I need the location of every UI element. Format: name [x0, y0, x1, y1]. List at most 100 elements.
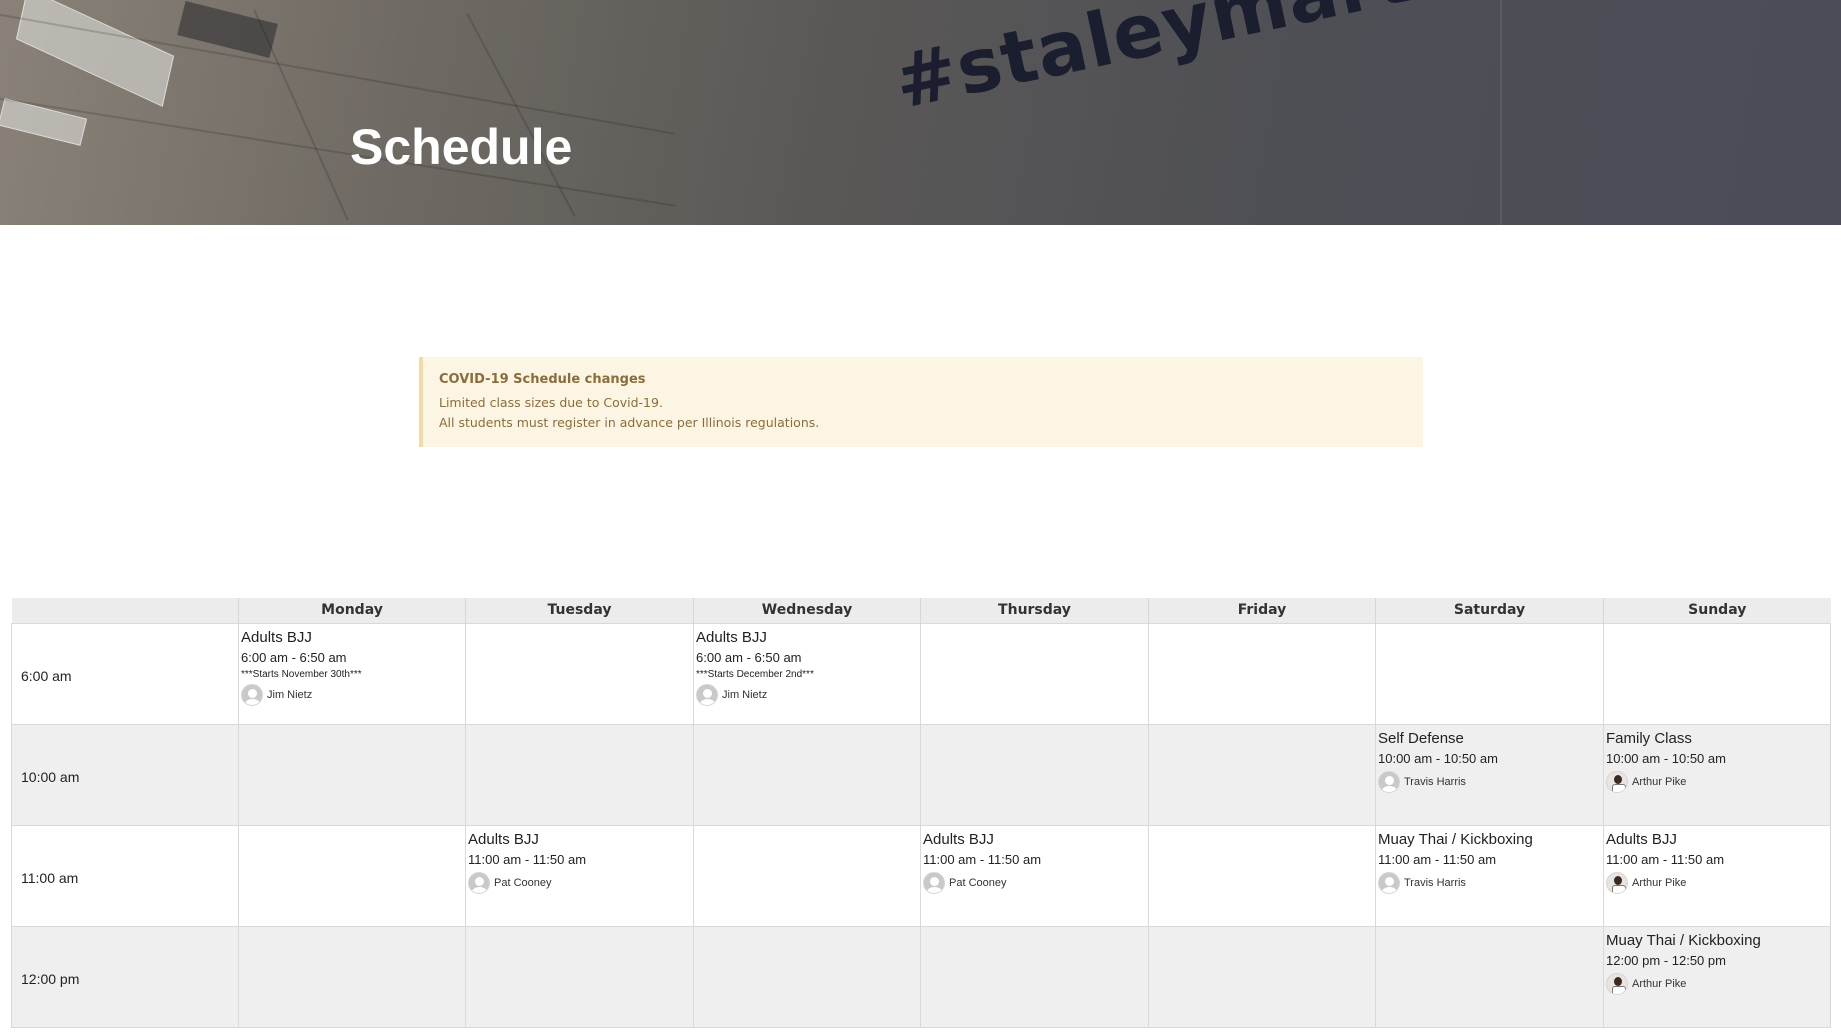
instructor-name[interactable]: Jim Nietz [267, 689, 312, 701]
schedule-cell[interactable]: Adults BJJ 11:00 am - 11:50 am Pat Cooney [920, 824, 1149, 927]
ceiling-grid-line [0, 95, 676, 207]
photo-avatar-icon [1606, 972, 1628, 995]
time-slot-label: 11:00 am [11, 824, 239, 927]
notice-title: COVID-19 Schedule changes [439, 372, 646, 387]
time-slot-label: 12:00 pm [11, 925, 239, 1028]
page-title: Schedule [350, 119, 573, 175]
default-avatar-icon [1378, 770, 1400, 793]
class-name[interactable]: Adults BJJ [923, 830, 1146, 850]
day-header-sunday: Sunday [1603, 598, 1831, 623]
ceiling-light [15, 0, 175, 107]
class-name[interactable]: Muay Thai / Kickboxing [1606, 931, 1828, 951]
schedule-cell [693, 925, 921, 1028]
time-slot-label: 10:00 am [11, 723, 239, 826]
class-name[interactable]: Family Class [1606, 729, 1828, 749]
covid-notice: COVID-19 Schedule changes Limited class … [419, 357, 1423, 447]
schedule-cell [465, 723, 694, 826]
time-slot-label: 6:00 am [11, 622, 239, 725]
instructor-name[interactable]: Jim Nietz [722, 689, 767, 701]
schedule-cell [1603, 622, 1831, 725]
schedule-cell [920, 622, 1149, 725]
default-avatar-icon [241, 683, 263, 706]
schedule-cell[interactable]: Muay Thai / Kickboxing 12:00 pm - 12:50 p… [1603, 925, 1831, 1028]
instructor-name[interactable]: Pat Cooney [494, 877, 551, 889]
class-time: 11:00 am - 11:50 am [1378, 851, 1497, 867]
schedule-header-row: Monday Tuesday Wednesday Thursday Friday… [11, 598, 1831, 623]
hero-hashtag-text: #staleymartialart [887, 0, 1643, 126]
day-header-monday: Monday [238, 598, 466, 623]
schedule-cell [238, 925, 466, 1028]
instructor[interactable]: Arthur Pike [1606, 770, 1828, 793]
day-header-thursday: Thursday [920, 598, 1149, 623]
class-name[interactable]: Adults BJJ [468, 830, 691, 850]
photo-avatar-icon [1606, 871, 1628, 894]
day-header-friday: Friday [1148, 598, 1376, 623]
time-column-header [11, 598, 239, 623]
schedule-cell [1375, 622, 1604, 725]
schedule-cell[interactable]: Self Defense 10:00 am - 10:50 am Travis Ha… [1375, 723, 1604, 826]
default-avatar-icon [923, 871, 945, 894]
instructor[interactable]: Travis Harris [1378, 871, 1601, 894]
hero-banner: #staleymartialart Schedule [0, 0, 1841, 225]
class-note: ***Starts December 2nd*** [696, 668, 814, 680]
schedule-body: 6:00 am Adults BJJ 6:00 am - 6:50 am ***Sta… [11, 622, 1831, 1028]
instructor-name[interactable]: Travis Harris [1404, 776, 1466, 788]
default-avatar-icon [1378, 871, 1400, 894]
schedule-cell [1148, 622, 1376, 725]
class-time: 11:00 am - 11:50 am [1606, 851, 1725, 867]
class-time: 10:00 am - 10:50 am [1378, 750, 1498, 766]
instructor-name[interactable]: Travis Harris [1404, 877, 1466, 889]
schedule-cell [238, 824, 466, 927]
wall-edge-line [1500, 0, 1502, 225]
schedule-row: 11:00 am Adults BJJ 11:00 am - 11:50 am Pat… [11, 824, 1831, 927]
schedule-cell[interactable]: Adults BJJ 11:00 am - 11:50 am Arthur Pike [1603, 824, 1831, 927]
schedule-cell [920, 723, 1149, 826]
schedule-cell [1148, 925, 1376, 1028]
class-name[interactable]: Adults BJJ [696, 628, 918, 648]
instructor[interactable]: Arthur Pike [1606, 871, 1828, 894]
instructor[interactable]: Pat Cooney [468, 871, 691, 894]
instructor[interactable]: Pat Cooney [923, 871, 1146, 894]
class-time: 11:00 am - 11:50 am [923, 851, 1042, 867]
schedule-cell [1375, 925, 1604, 1028]
schedule-row: 12:00 pm Muay Thai / Kickboxing 12:00 pm -… [11, 925, 1831, 1028]
schedule-cell[interactable]: Family Class 10:00 am - 10:50 am Arthur Pi… [1603, 723, 1831, 826]
ceiling-grid-line [253, 9, 349, 221]
schedule-row: 10:00 am Self Defense 10:00 am - 10:50 am T… [11, 723, 1831, 826]
default-avatar-icon [696, 683, 718, 706]
schedule-cell [1148, 824, 1376, 927]
schedule-cell [1148, 723, 1376, 826]
instructor-name[interactable]: Arthur Pike [1632, 776, 1686, 788]
instructor[interactable]: Jim Nietz [241, 683, 463, 706]
class-time: 10:00 am - 10:50 am [1606, 750, 1726, 766]
schedule-cell[interactable]: Adults BJJ 6:00 am - 6:50 am ***Starts Dec… [693, 622, 921, 725]
schedule-cell [465, 622, 694, 725]
instructor[interactable]: Arthur Pike [1606, 972, 1828, 995]
class-time: 6:00 am - 6:50 am [696, 649, 802, 665]
class-name[interactable]: Adults BJJ [241, 628, 463, 648]
class-time: 6:00 am - 6:50 am [241, 649, 347, 665]
day-header-tuesday: Tuesday [465, 598, 694, 623]
class-name[interactable]: Self Defense [1378, 729, 1601, 749]
notice-line: Limited class sizes due to Covid-19. [439, 395, 663, 410]
schedule-cell [238, 723, 466, 826]
day-header-saturday: Saturday [1375, 598, 1604, 623]
class-name[interactable]: Muay Thai / Kickboxing [1378, 830, 1601, 850]
schedule-cell [920, 925, 1149, 1028]
class-name[interactable]: Adults BJJ [1606, 830, 1828, 850]
notice-line: All students must register in advance pe… [439, 415, 820, 430]
schedule-cell [465, 925, 694, 1028]
class-note: ***Starts November 30th*** [241, 668, 362, 680]
schedule-row: 6:00 am Adults BJJ 6:00 am - 6:50 am ***Sta… [11, 622, 1831, 725]
instructor[interactable]: Jim Nietz [696, 683, 918, 706]
default-avatar-icon [468, 871, 490, 894]
schedule-cell[interactable]: Muay Thai / Kickboxing 11:00 am - 11:50 a… [1375, 824, 1604, 927]
schedule-cell[interactable]: Adults BJJ 6:00 am - 6:50 am ***Starts Nov… [238, 622, 466, 725]
instructor-name[interactable]: Pat Cooney [949, 877, 1006, 889]
instructor[interactable]: Travis Harris [1378, 770, 1601, 793]
instructor-name[interactable]: Arthur Pike [1632, 978, 1686, 990]
class-time: 11:00 am - 11:50 am [468, 851, 587, 867]
schedule-cell[interactable]: Adults BJJ 11:00 am - 11:50 am Pat Cooney [465, 824, 694, 927]
instructor-name[interactable]: Arthur Pike [1632, 877, 1686, 889]
ceiling-grid-line [466, 12, 576, 218]
